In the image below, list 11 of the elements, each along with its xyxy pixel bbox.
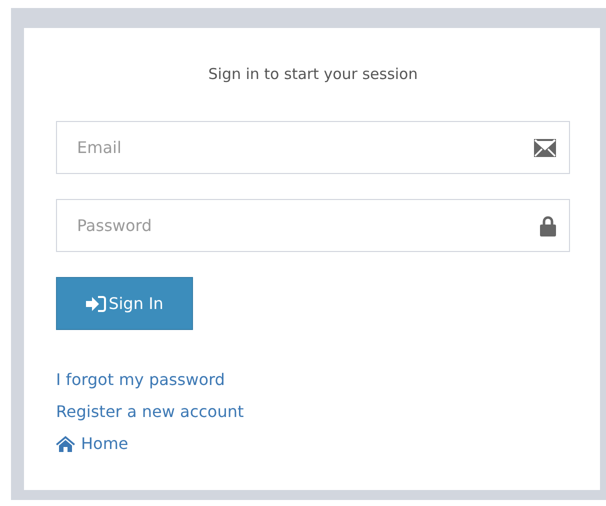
house-icon [56, 436, 75, 452]
home-link[interactable]: Home [56, 428, 128, 460]
password-field[interactable]: Password [56, 199, 570, 252]
text-link[interactable]: Register a new account [56, 396, 244, 428]
login-heading: Sign in to start your session [207, 65, 419, 83]
envelope-icon [534, 138, 556, 156]
email-field[interactable]: Email [56, 121, 570, 174]
text-link[interactable]: I forgot my password [56, 364, 225, 396]
sign-in-button[interactable]: Sign In [56, 277, 193, 330]
sign-in-icon [86, 296, 106, 312]
lock-icon [540, 215, 556, 236]
